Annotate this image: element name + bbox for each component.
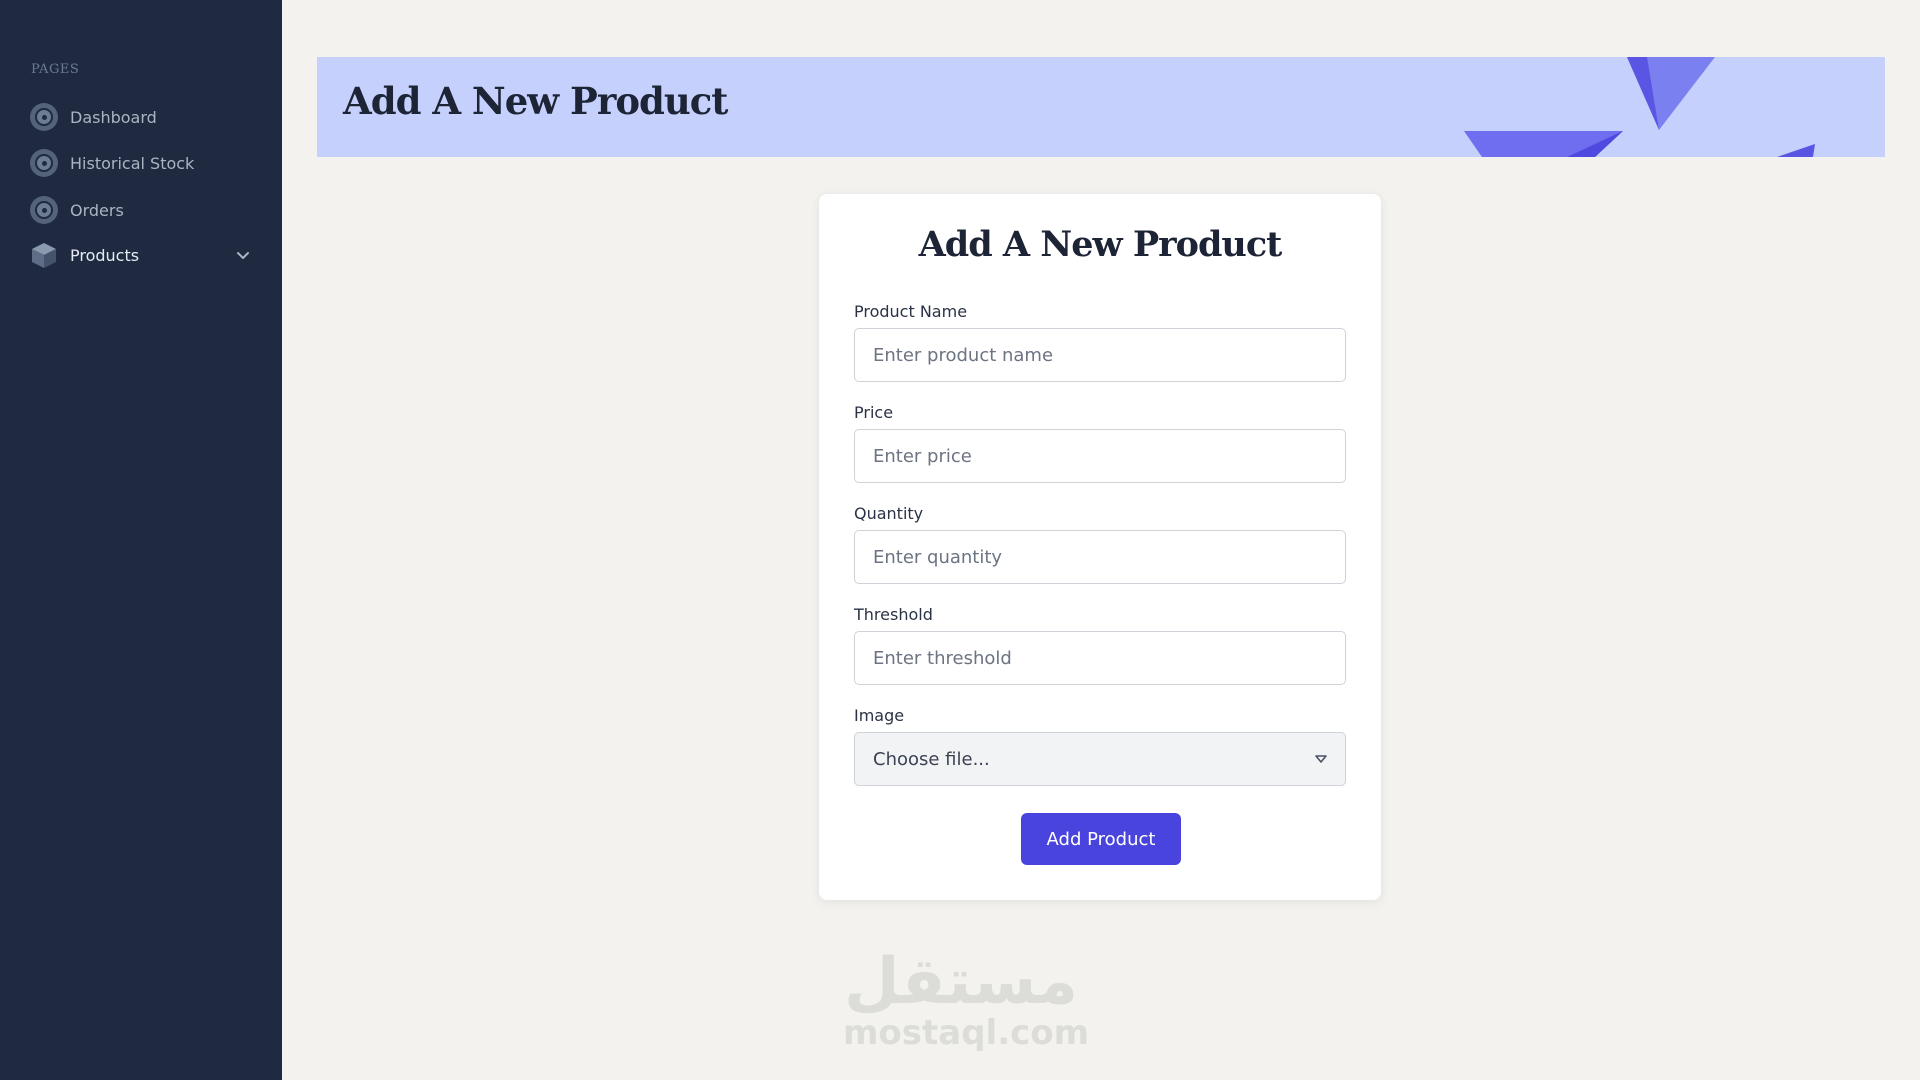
threshold-input[interactable] <box>854 631 1346 685</box>
product-name-label: Product Name <box>854 302 968 321</box>
file-select-value: Choose file... <box>873 748 990 770</box>
add-product-button[interactable]: Add Product <box>1021 813 1181 865</box>
add-product-form-card: Add A New Product Product Name Price Qua… <box>819 194 1381 900</box>
watermark-logo-text: مستقل <box>844 945 1078 1015</box>
quantity-input[interactable] <box>854 530 1346 584</box>
orders-icon <box>30 196 58 224</box>
sidebar-section-title: PAGES <box>31 62 80 77</box>
box-icon <box>32 243 56 268</box>
sidebar-item-label: Products <box>70 245 140 265</box>
form-title: Add A New Product <box>918 224 1283 265</box>
sidebar-item-label: Orders <box>70 200 124 220</box>
historical-stock-icon <box>30 149 58 177</box>
image-file-select[interactable]: Choose file... <box>854 732 1346 786</box>
price-label: Price <box>854 403 894 422</box>
chevron-down-icon[interactable] <box>234 246 252 264</box>
image-label: Image <box>854 706 905 725</box>
watermark-text: mostaql.com <box>843 1013 1090 1053</box>
sidebar-item-dashboard[interactable]: Dashboard <box>30 102 252 132</box>
quantity-label: Quantity <box>854 504 924 523</box>
price-input[interactable] <box>854 429 1346 483</box>
sidebar: PAGES Dashboard Historical Stock Orders … <box>0 0 282 1080</box>
product-name-input[interactable] <box>854 328 1346 382</box>
dashboard-icon <box>30 103 58 131</box>
watermark: مستقل mostaql.com <box>843 935 1090 1060</box>
decorative-shapes <box>1464 57 1815 157</box>
mostaql-logo: مستقل <box>844 945 1078 1015</box>
sidebar-item-products[interactable]: Products <box>30 240 252 270</box>
threshold-label: Threshold <box>854 605 933 624</box>
page-header-banner: Add A New Product <box>317 57 1885 157</box>
caret-down-icon <box>1315 755 1327 763</box>
sidebar-item-label: Dashboard <box>70 107 157 127</box>
sidebar-item-orders[interactable]: Orders <box>30 195 252 225</box>
sidebar-item-historical-stock[interactable]: Historical Stock <box>30 148 252 178</box>
sidebar-item-label: Historical Stock <box>70 153 195 173</box>
